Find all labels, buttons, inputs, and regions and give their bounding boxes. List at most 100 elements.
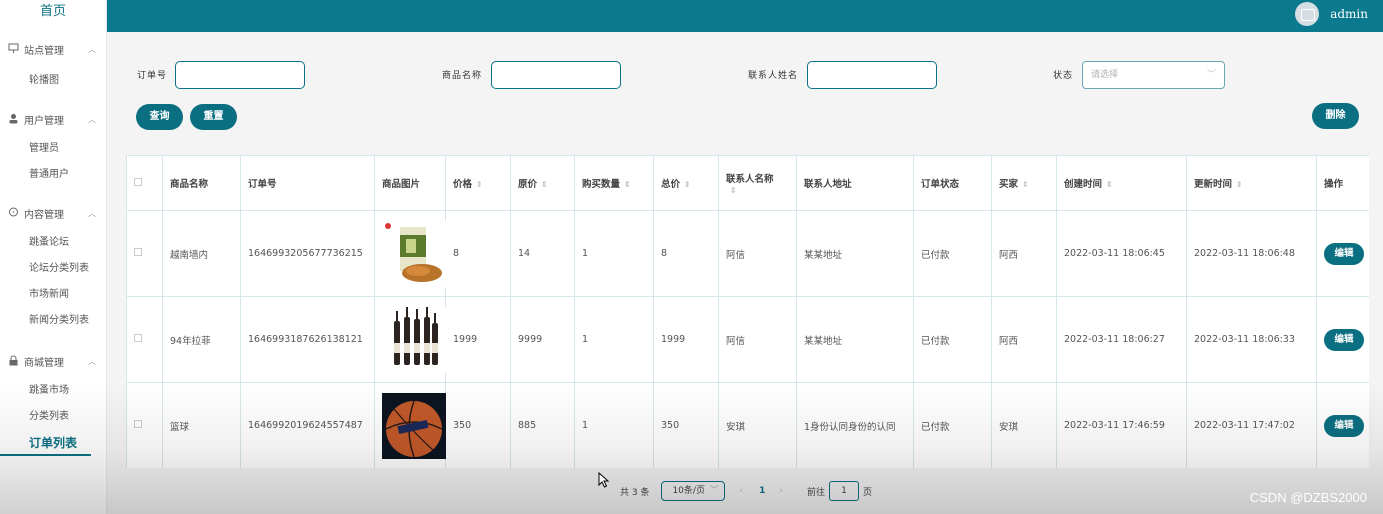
menu-group-site[interactable]: 站点管理 ︿ [0, 38, 106, 60]
col-price[interactable]: 价格 ⇕ [445, 155, 511, 211]
table-row: 篮球 1646992019624557487 350 885 1 350 安琪 … [126, 382, 1369, 468]
col-quantity[interactable]: 购买数量 ⇕ [574, 155, 654, 211]
row-checkbox[interactable] [134, 248, 142, 256]
menu-item-categories[interactable]: 分类列表 [0, 404, 106, 430]
menu-item-news[interactable]: 市场新闻 [0, 282, 106, 308]
goto-page-input[interactable]: 1 [828, 481, 859, 501]
product-name-input[interactable] [491, 61, 621, 89]
prev-page-button[interactable]: ‹ [739, 486, 743, 496]
menu-item-forum[interactable]: 跳蚤论坛 [0, 230, 106, 256]
pagination-total: 共 3 条 [620, 487, 650, 498]
order-no-input[interactable] [175, 61, 305, 89]
menu-item-news-categories[interactable]: 新闻分类列表 [0, 308, 106, 334]
menu-group-users[interactable]: 用户管理 ︿ [0, 108, 106, 130]
contact-name-input[interactable] [807, 61, 937, 89]
cell-product-name: 越南墙内 [162, 210, 241, 297]
menu-item-market[interactable]: 跳蚤市场 [0, 378, 106, 404]
menu-group-label: 用户管理 [24, 115, 64, 127]
page-number-1[interactable]: 1 [759, 486, 765, 496]
sort-icon[interactable]: ⇕ [476, 180, 483, 189]
col-contact-name[interactable]: 联系人名称 ⇕ [718, 155, 797, 211]
orders-table: 商品名称 订单号 商品图片 价格 ⇕ 原价 ⇕ 购买数量 ⇕ 总价 ⇕ 联系人名称 ⇕ 联… [126, 155, 1369, 468]
table-row: 越南墙内 1646993205677736215 8 14 1 8 阿信 某某地… [126, 210, 1369, 297]
chevron-up-icon: ︿ [88, 208, 96, 218]
product-name-label: 商品名称 [442, 71, 483, 81]
edit-button[interactable]: 编辑 [1324, 242, 1364, 265]
table-row: 94年拉菲 1646993187626138121 1999 9999 1 19… [126, 296, 1369, 383]
row-checkbox[interactable] [134, 420, 142, 428]
menu-item-users[interactable]: 普通用户 [0, 162, 106, 188]
col-actions: 操作 [1316, 155, 1369, 211]
product-image-snack[interactable] [382, 220, 446, 287]
status-select[interactable]: 请选择 ﹀ [1082, 61, 1225, 89]
order-no-label: 订单号 [137, 71, 168, 81]
row-checkbox[interactable] [134, 334, 142, 342]
menu-item-admins[interactable]: 管理员 [0, 136, 106, 162]
sort-icon[interactable]: ⇕ [624, 180, 631, 189]
table-header-row: 商品名称 订单号 商品图片 价格 ⇕ 原价 ⇕ 购买数量 ⇕ 总价 ⇕ 联系人名称 ⇕ 联… [126, 155, 1369, 211]
col-price-label: 价格 [453, 179, 473, 190]
page-size-value: 10条/页 [672, 486, 705, 496]
col-created[interactable]: 创建时间 ⇕ [1056, 155, 1187, 211]
cell-buyer: 阿西 [991, 210, 1057, 297]
row-select-cell[interactable] [126, 296, 163, 383]
chevron-down-icon: ﹀ [709, 486, 719, 496]
contact-name-label: 联系人姓名 [748, 71, 799, 81]
product-image-basketball[interactable] [382, 392, 446, 459]
cell-actions: 编辑 [1316, 382, 1369, 468]
cell-actions: 编辑 [1316, 296, 1369, 383]
cell-updated: 2022-03-11 18:06:33 [1186, 296, 1317, 383]
page-size-select[interactable]: 10条/页 ﹀ [661, 481, 726, 501]
cell-total: 1999 [653, 296, 719, 383]
sort-icon[interactable]: ⇕ [730, 186, 737, 195]
edit-button[interactable]: 编辑 [1324, 328, 1364, 351]
col-original-price-label: 原价 [518, 179, 538, 190]
col-order-no: 订单号 [240, 155, 375, 211]
col-total[interactable]: 总价 ⇕ [653, 155, 719, 211]
product-image-wine[interactable] [382, 306, 446, 373]
page-unit-label: 页 [862, 487, 872, 498]
sort-icon[interactable]: ⇕ [1106, 180, 1113, 189]
menu-item-orders[interactable]: 订单列表 [0, 430, 91, 456]
sidebar-home[interactable]: 首页 [0, 0, 106, 26]
cell-actions: 编辑 [1316, 210, 1369, 297]
chat-icon [8, 207, 20, 219]
col-created-label: 创建时间 [1064, 179, 1103, 190]
col-buyer[interactable]: 买家 ⇕ [991, 155, 1057, 211]
chevron-up-icon: ︿ [88, 44, 96, 54]
sort-icon[interactable]: ⇕ [684, 180, 691, 189]
cell-product-image [374, 296, 446, 383]
sort-icon[interactable]: ⇕ [1022, 180, 1029, 189]
menu-group-shop[interactable]: 商城管理 ︿ [0, 350, 106, 372]
cell-product-name: 篮球 [162, 382, 241, 468]
mouse-cursor-icon [598, 472, 610, 488]
status-placeholder: 请选择 [1091, 70, 1119, 80]
sort-icon[interactable]: ⇕ [1236, 180, 1243, 189]
row-select-cell[interactable] [126, 382, 163, 468]
chevron-down-icon: ﹀ [1206, 70, 1216, 80]
col-contact-address: 联系人地址 [796, 155, 914, 211]
reset-button[interactable]: 重置 [190, 104, 237, 130]
col-updated[interactable]: 更新时间 ⇕ [1186, 155, 1317, 211]
goto-label: 前往 [806, 487, 825, 498]
username[interactable]: admin [1330, 7, 1368, 21]
query-button[interactable]: 查询 [136, 104, 183, 130]
delete-button[interactable]: 删除 [1312, 103, 1359, 129]
cell-created: 2022-03-11 17:46:59 [1056, 382, 1187, 468]
menu-group-label: 内容管理 [24, 209, 64, 221]
menu-item-banner[interactable]: 轮播图 [0, 68, 106, 94]
menu-item-forum-categories[interactable]: 论坛分类列表 [0, 256, 106, 282]
chevron-up-icon: ︿ [88, 356, 96, 366]
cell-price: 1999 [445, 296, 511, 383]
row-select-cell[interactable] [126, 210, 163, 297]
next-page-button[interactable]: › [779, 486, 783, 496]
cell-order-no: 1646993187626138121 [240, 296, 375, 383]
col-original-price[interactable]: 原价 ⇕ [510, 155, 575, 211]
select-all-checkbox[interactable] [134, 177, 142, 186]
menu-group-content[interactable]: 内容管理 ︿ [0, 202, 106, 224]
avatar[interactable] [1295, 2, 1319, 26]
sort-icon[interactable]: ⇕ [541, 180, 548, 189]
edit-button[interactable]: 编辑 [1324, 414, 1364, 437]
col-order-status: 订单状态 [913, 155, 992, 211]
select-all-cell[interactable] [126, 155, 163, 211]
